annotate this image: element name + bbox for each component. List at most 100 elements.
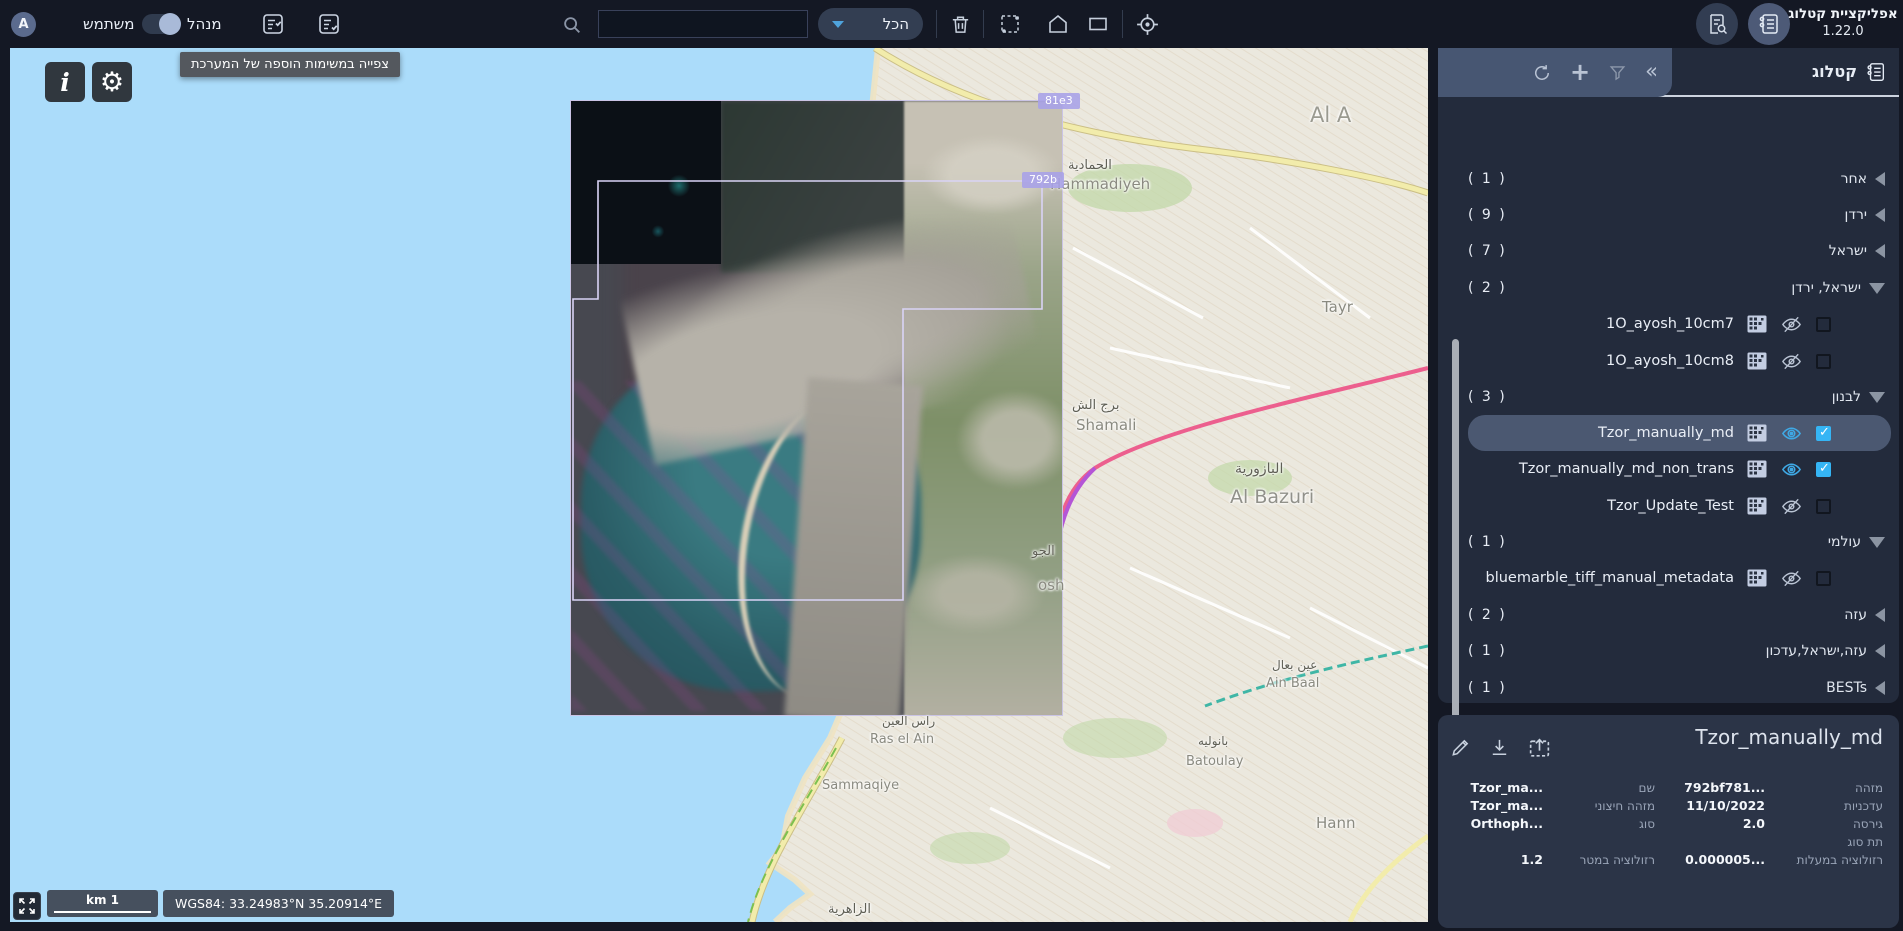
avatar[interactable]: A	[11, 12, 36, 37]
tree-group-bests[interactable]: BESTs ( 1 )	[1438, 670, 1899, 706]
crosshair-icon	[1135, 12, 1160, 37]
layer-checkbox-checked[interactable]	[1816, 462, 1831, 477]
map-canvas[interactable]: 81e3 792b Al A الحمادية Hammadiyeh Tayr …	[10, 48, 1428, 922]
download-button[interactable]	[1488, 735, 1511, 760]
upload-icon	[1527, 735, 1552, 760]
edit-button[interactable]	[1449, 735, 1472, 760]
polygon-draw-button[interactable]	[1044, 10, 1072, 38]
tasks-list-icon	[261, 12, 285, 36]
map-label-raselain: Ras el Ain	[870, 732, 934, 747]
export-tasks-button[interactable]	[315, 10, 343, 38]
tree-group-jordan[interactable]: ירדן ( 9 )	[1438, 197, 1899, 233]
collapsed-triangle-icon[interactable]	[1875, 208, 1885, 222]
tree-item-tzor-update-test[interactable]: Tzor_Update_Test	[1438, 488, 1899, 524]
tree-item-ayosh8[interactable]: 1O_ayosh_10cm8	[1438, 343, 1899, 379]
tree-group-other[interactable]: אחר ( 1 )	[1438, 161, 1899, 197]
system-tasks-button[interactable]	[259, 10, 287, 38]
field-label-version: גירסה	[1765, 817, 1883, 831]
publish-button[interactable]	[1527, 735, 1552, 760]
visibility-off-icon[interactable]	[1780, 350, 1803, 373]
layer-checkbox[interactable]	[1816, 354, 1831, 369]
info-button[interactable]: i	[45, 62, 85, 102]
filter-button[interactable]	[1608, 63, 1627, 82]
raster-grid-icon[interactable]	[1747, 352, 1767, 370]
visibility-off-icon[interactable]	[1780, 495, 1803, 518]
group-label: לבנון	[1832, 389, 1861, 405]
rectangle-icon	[1086, 12, 1110, 36]
group-count: ( 1 )	[1468, 534, 1507, 550]
tree-group-gaza[interactable]: עזה ( 2 )	[1438, 597, 1899, 633]
collapsed-triangle-icon[interactable]	[1875, 244, 1885, 258]
visibility-off-icon[interactable]	[1780, 567, 1803, 590]
raster-grid-icon[interactable]	[1747, 569, 1767, 587]
field-value-resolution-deg: 0.000005...	[1655, 853, 1765, 867]
group-count: ( 2 )	[1468, 280, 1507, 296]
filter-selected-value: הכל	[883, 15, 909, 33]
expanded-triangle-icon[interactable]	[1869, 537, 1885, 548]
map-label-sammaqiye: Sammaqiye	[822, 778, 899, 793]
group-label: עזה	[1844, 607, 1867, 623]
collapsed-triangle-icon[interactable]	[1875, 608, 1885, 622]
raster-grid-icon[interactable]	[1747, 497, 1767, 515]
tree-group-global[interactable]: עולמי ( 1 )	[1438, 524, 1899, 560]
collapsed-triangle-icon[interactable]	[1875, 644, 1885, 658]
tree-group-gaza-israel-update[interactable]: עזה,ישראל,עדכון ( 1 )	[1438, 633, 1899, 669]
scalebar-label: km 1	[86, 893, 119, 907]
collapsed-triangle-icon[interactable]	[1875, 172, 1885, 186]
tree-item-tzor-manually-md-selected[interactable]: Tzor_manually_md	[1468, 415, 1891, 451]
search-results-panel-button[interactable]	[1696, 3, 1738, 45]
tree-group-israel[interactable]: ישראל ( 7 )	[1438, 233, 1899, 269]
admin-mode-toggle[interactable]	[142, 14, 180, 34]
tab-catalog[interactable]: קטלוג	[1812, 48, 1887, 95]
pencil-icon	[1449, 736, 1472, 759]
search-filter-dropdown[interactable]: הכל	[818, 8, 923, 40]
collapsed-triangle-icon[interactable]	[1875, 681, 1885, 695]
visibility-on-icon[interactable]	[1780, 458, 1803, 481]
catalog-toolbar: » +	[1438, 48, 1672, 97]
map-label-batoulay: Batoulay	[1186, 754, 1243, 769]
raster-grid-icon[interactable]	[1747, 424, 1767, 442]
expanded-triangle-icon[interactable]	[1869, 392, 1885, 403]
layer-checkbox[interactable]	[1816, 317, 1831, 332]
tree-item-ayosh7[interactable]: 1O_ayosh_10cm7	[1438, 306, 1899, 342]
field-label-resolution-deg: רזולוציה במעלות	[1765, 853, 1883, 867]
settings-button[interactable]: ⚙	[92, 62, 132, 102]
raster-grid-icon[interactable]	[1747, 460, 1767, 478]
tree-group-israel-jordan[interactable]: ישראל, ירדן ( 2 )	[1438, 270, 1899, 306]
group-count: ( 3 )	[1468, 389, 1507, 405]
refresh-button[interactable]	[1532, 63, 1552, 83]
catalog-panel-button[interactable]	[1748, 3, 1790, 45]
layer-name: Tzor_manually_md_non_trans	[1519, 461, 1734, 477]
collapse-panel-button[interactable]: »	[1645, 61, 1658, 82]
group-label: ישראל	[1829, 243, 1867, 259]
tree-group-lebanon[interactable]: לבנון ( 3 )	[1438, 379, 1899, 415]
search-input[interactable]	[598, 10, 808, 38]
funnel-icon	[1608, 63, 1627, 82]
layer-checkbox-checked[interactable]	[1816, 426, 1831, 441]
rectangle-draw-button[interactable]	[1084, 10, 1112, 38]
marquee-select-button[interactable]	[996, 10, 1024, 38]
tree-item-tzor-non-trans[interactable]: Tzor_manually_md_non_trans	[1438, 451, 1899, 487]
map-label-tayr: Tayr	[1322, 298, 1353, 316]
layer-checkbox[interactable]	[1816, 571, 1831, 586]
group-count: ( 7 )	[1468, 243, 1507, 259]
layer-checkbox[interactable]	[1816, 499, 1831, 514]
group-count: ( 1 )	[1468, 643, 1507, 659]
map-label-hann: Hann	[1316, 814, 1356, 832]
toolbar-divider	[1122, 10, 1123, 38]
raster-grid-icon[interactable]	[1747, 315, 1767, 333]
map-label-ainbaal: Ain Baal	[1266, 676, 1319, 691]
visibility-on-icon[interactable]	[1780, 422, 1803, 445]
visibility-off-icon[interactable]	[1780, 313, 1803, 336]
expanded-triangle-icon[interactable]	[1869, 283, 1885, 294]
fullscreen-button[interactable]	[13, 892, 41, 920]
delete-selection-button[interactable]	[946, 10, 974, 38]
catalog-tree: אחר ( 1 ) ירדן ( 9 ) ישראל ( 7 ) ישראל, …	[1438, 99, 1899, 703]
tree-item-bluemarble[interactable]: bluemarble_tiff_manual_metadata	[1438, 560, 1899, 596]
map-label-zahrieh-ar: الزاهرية	[828, 902, 871, 917]
add-layer-button[interactable]: +	[1570, 60, 1590, 84]
coordinates-readout: WGS84: 33.24983°N 35.20914°E	[163, 890, 394, 917]
satellite-layer-overlay[interactable]	[570, 100, 1063, 716]
locate-button[interactable]	[1133, 10, 1161, 38]
map-label-shamali-ar: برج الش	[1072, 398, 1119, 413]
